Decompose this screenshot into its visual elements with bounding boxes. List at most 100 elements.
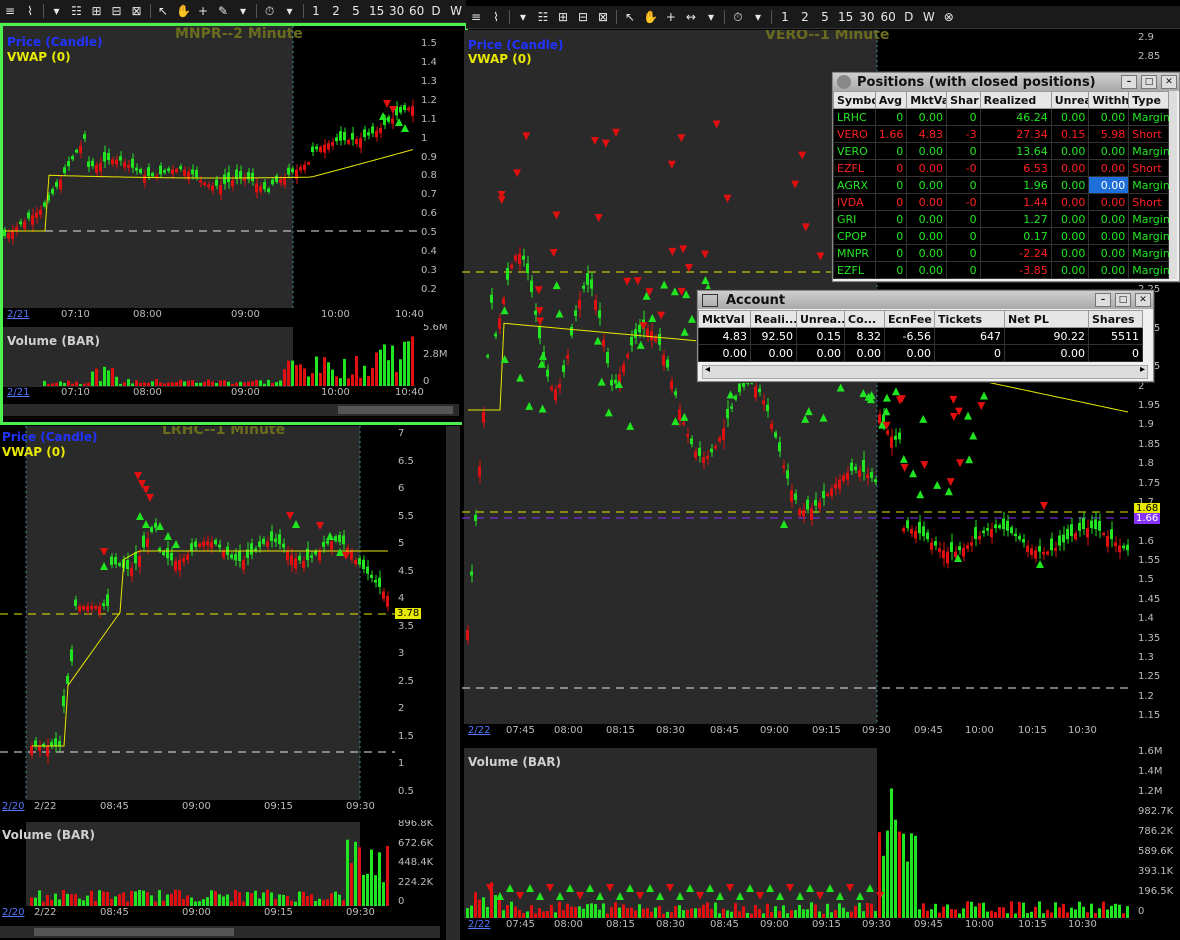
positions-column-header[interactable]: MktVa bbox=[906, 91, 948, 109]
toolbar_left-button-21[interactable]: W bbox=[446, 4, 466, 18]
toolbar_right-button-8[interactable]: ✋ bbox=[640, 10, 661, 24]
maximize-button[interactable]: □ bbox=[1115, 293, 1131, 307]
toolbar_right-button-3[interactable]: ☷ bbox=[533, 10, 553, 24]
positions-row[interactable]: VERO 1.66 4.83 -3 27.34 0.15 5.98 Short bbox=[833, 125, 1169, 143]
toolbar_right-button-14[interactable]: 1 bbox=[775, 10, 795, 24]
account-window[interactable]: Account – □ ✕ MktValReali...Unrea...Co..… bbox=[697, 290, 1154, 382]
positions-row[interactable]: EZFL 0 0.00 -0 6.53 0.00 0.00 Short bbox=[833, 159, 1169, 177]
toolbar_right-button-22[interactable]: ⊗ bbox=[939, 10, 959, 24]
positions-row[interactable]: EZFL 0 0.00 0 -3.85 0.00 0.00 Margin bbox=[833, 261, 1170, 279]
toolbar_right-button-5[interactable]: ⊟ bbox=[573, 10, 593, 24]
maximize-button[interactable]: □ bbox=[1141, 75, 1157, 89]
positions-row[interactable]: CPOP 0 0.00 0 0.17 0.00 0.00 Margin bbox=[833, 227, 1170, 245]
account-column-header[interactable]: Co... bbox=[844, 310, 885, 328]
account-column-header[interactable]: Tickets bbox=[934, 310, 1005, 328]
toolbar_left-button-11[interactable]: ▾ bbox=[233, 4, 253, 18]
toolbar_left-button-12[interactable]: ⏱ bbox=[260, 4, 280, 19]
account-column-header[interactable]: Net PL bbox=[1004, 310, 1089, 328]
mnpr-price-panel[interactable]: Price (Candle) VWAP (0) MNPR--2 Minute 1… bbox=[0, 23, 468, 324]
positions-column-header[interactable]: Avg bbox=[874, 91, 908, 109]
positions-row[interactable]: AGRX 0 0.00 0 1.96 0.00 0.00 Margin bbox=[833, 176, 1170, 194]
toolbar_left-button-8[interactable]: ✋ bbox=[173, 4, 193, 18]
account-titlebar[interactable]: Account – □ ✕ bbox=[698, 291, 1153, 309]
lrhc-volume-panel[interactable]: Volume (BAR) 896.8K 672.6K 448.4K 224.2K 0 2… bbox=[0, 820, 440, 940]
mnpr-volume-panel[interactable]: Volume (BAR) 5.6M 2.8M 0 2/21 07:10 08:00 09:… bbox=[0, 324, 468, 425]
positions-column-header[interactable]: Withh bbox=[1088, 91, 1130, 109]
toolbar_right-button-0[interactable]: ≡ bbox=[466, 10, 486, 24]
toolbar_right-button-2[interactable]: ▾ bbox=[513, 10, 533, 24]
positions-column-header[interactable]: Shar bbox=[946, 91, 981, 109]
account-column-header[interactable]: Unrea... bbox=[796, 310, 845, 328]
toolbar_left-button-20[interactable]: D bbox=[426, 4, 446, 18]
toolbar_right-button-11[interactable]: ▾ bbox=[701, 10, 721, 24]
close-button[interactable]: ✕ bbox=[1135, 293, 1151, 307]
toolbar_right-button-15[interactable]: 2 bbox=[795, 10, 815, 24]
toolbar_left-button-19[interactable]: 60 bbox=[406, 4, 426, 18]
account-column-header[interactable]: Reali... bbox=[750, 310, 797, 328]
toolbar_right-button-20[interactable]: D bbox=[899, 10, 919, 24]
scroll-left-icon[interactable]: ◂ bbox=[705, 364, 710, 375]
toolbar_left-button-7[interactable]: ↖ bbox=[153, 4, 173, 18]
positions-row[interactable]: GRI 0 0.00 0 1.27 0.00 0.00 Margin bbox=[833, 210, 1170, 228]
toolbar_left-button-17[interactable]: 15 bbox=[366, 4, 386, 18]
toolbar_right-button-12[interactable]: ⏱ bbox=[728, 10, 748, 25]
account-row[interactable]: 4.83 92.50 0.15 8.32 -6.56 647 90.22 5511 bbox=[698, 327, 1143, 345]
toolbar_right-button-10[interactable]: ↔ bbox=[681, 10, 701, 24]
positions-column-header[interactable]: Realized bbox=[979, 91, 1052, 109]
toolbar_right-button-4[interactable]: ⊞ bbox=[553, 10, 573, 24]
close-button[interactable]: ✕ bbox=[1161, 75, 1177, 89]
toolbar_right-button-21[interactable]: W bbox=[919, 10, 939, 24]
toolbar_left-button-4[interactable]: ⊞ bbox=[87, 4, 107, 18]
positions-row[interactable]: VERO 0 0.00 0 13.64 0.00 0.00 Margin bbox=[833, 142, 1170, 160]
scroll-right-icon[interactable]: ▸ bbox=[1140, 364, 1145, 375]
positions-window[interactable]: Positions (with closed positions) – □ ✕ … bbox=[832, 72, 1180, 282]
toolbar_left-button-5[interactable]: ⊟ bbox=[107, 4, 127, 18]
toolbar_left-button-2[interactable]: ▾ bbox=[47, 4, 67, 18]
candle bbox=[834, 483, 837, 489]
candle bbox=[91, 160, 94, 167]
minimize-button[interactable]: – bbox=[1121, 75, 1137, 89]
mnpr-scrollbar[interactable] bbox=[3, 404, 459, 416]
positions-column-header[interactable]: Type bbox=[1128, 91, 1169, 109]
toolbar_left-button-13[interactable]: ▾ bbox=[280, 4, 300, 18]
toolbar_right-button-1[interactable]: ⌇ bbox=[486, 10, 506, 24]
positions-column-header[interactable]: Symbo bbox=[833, 91, 876, 109]
candle bbox=[946, 551, 949, 564]
buy-marker bbox=[680, 412, 689, 421]
vero-volume-panel[interactable]: Volume (BAR) 1.6M 1.4M 1.2M 982.7K 786.2K 589… bbox=[462, 746, 1180, 940]
toolbar_right-button-6[interactable]: ⊠ bbox=[593, 10, 613, 24]
candle bbox=[307, 162, 310, 165]
toolbar_left-button-10[interactable]: ✎ bbox=[213, 4, 233, 18]
toolbar_right-button-13[interactable]: ▾ bbox=[748, 10, 768, 24]
account-row[interactable]: 0.00 0.00 0.00 0.00 0.00 0 0.00 0 bbox=[698, 344, 1143, 362]
toolbar_left-button-0[interactable]: ≡ bbox=[0, 4, 20, 18]
toolbar_left-button-15[interactable]: 2 bbox=[326, 4, 346, 18]
positions-row[interactable]: LRHC 0 0.00 0 46.24 0.00 0.00 Margin bbox=[833, 108, 1170, 126]
account-column-header[interactable]: MktVal bbox=[698, 310, 751, 328]
account-hscrollbar[interactable]: ◂ ▸ bbox=[702, 364, 1148, 379]
toolbar_left-button-6[interactable]: ⊠ bbox=[127, 4, 147, 18]
positions-row[interactable]: MNPR 0 0.00 0 -2.24 0.00 0.00 Margin bbox=[833, 244, 1170, 262]
toolbar_right-button-17[interactable]: 15 bbox=[835, 10, 856, 24]
account-column-header[interactable]: Shares bbox=[1088, 310, 1143, 328]
positions-scrollbar[interactable] bbox=[1169, 91, 1177, 279]
toolbar_right-button-9[interactable]: + bbox=[661, 10, 681, 24]
toolbar_left-button-18[interactable]: 30 bbox=[386, 4, 406, 18]
positions-row[interactable]: IVDA 0 0.00 -0 1.44 0.00 0.00 Short bbox=[833, 193, 1169, 211]
account-column-header[interactable]: EcnFee bbox=[884, 310, 935, 328]
toolbar_left-button-1[interactable]: ⌇ bbox=[20, 4, 40, 18]
toolbar_right-button-19[interactable]: 60 bbox=[878, 10, 899, 24]
positions-titlebar[interactable]: Positions (with closed positions) – □ ✕ bbox=[833, 73, 1179, 91]
toolbar_right-button-7[interactable]: ↖ bbox=[620, 10, 640, 24]
toolbar_left-button-14[interactable]: 1 bbox=[306, 4, 326, 18]
toolbar_right-button-18[interactable]: 30 bbox=[856, 10, 877, 24]
lrhc-scrollbar[interactable] bbox=[0, 926, 440, 938]
buy-marker bbox=[796, 892, 804, 900]
toolbar_right-button-16[interactable]: 5 bbox=[815, 10, 835, 24]
toolbar_left-button-16[interactable]: 5 bbox=[346, 4, 366, 18]
minimize-button[interactable]: – bbox=[1095, 293, 1111, 307]
positions-column-header[interactable]: Unrea bbox=[1050, 91, 1090, 109]
toolbar_left-button-9[interactable]: + bbox=[193, 4, 213, 18]
toolbar_left-button-3[interactable]: ☷ bbox=[67, 4, 87, 18]
lrhc-price-panel[interactable]: Price (Candle) VWAP (0) LRHC--1 Minute 7… bbox=[0, 426, 440, 818]
